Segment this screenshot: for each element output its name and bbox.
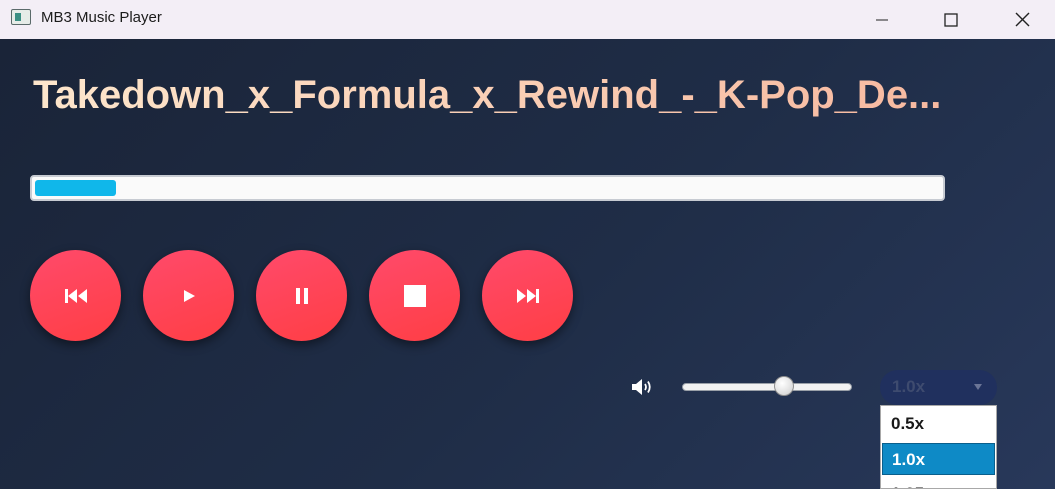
- window-title: MB3 Music Player: [41, 9, 162, 26]
- volume-slider[interactable]: [682, 376, 852, 396]
- title-bar: MB3 Music Player: [0, 0, 1055, 39]
- maximize-icon: [944, 12, 958, 27]
- speed-option[interactable]: 1.25x: [882, 478, 995, 488]
- skip-next-icon: [516, 288, 539, 303]
- pause-button[interactable]: [256, 250, 347, 341]
- speed-dropdown-list: 0.5x 1.0x 1.25x: [880, 405, 997, 489]
- stop-icon: [403, 284, 426, 307]
- next-button[interactable]: [482, 250, 573, 341]
- volume-slider-thumb[interactable]: [774, 376, 794, 396]
- progress-bar[interactable]: [30, 175, 945, 201]
- skip-previous-icon: [64, 288, 87, 303]
- app-icon: [11, 9, 31, 25]
- minimize-button[interactable]: [859, 0, 905, 39]
- volume-icon[interactable]: [631, 377, 655, 397]
- speed-option-selected[interactable]: 1.0x: [882, 443, 995, 475]
- previous-button[interactable]: [30, 250, 121, 341]
- speed-option[interactable]: 0.5x: [882, 408, 995, 440]
- play-button[interactable]: [143, 250, 234, 341]
- minimize-icon: [876, 19, 888, 20]
- player-panel: Takedown_x_Formula_x_Rewind_-_K-Pop_De..…: [0, 39, 1055, 489]
- speed-selected-value: 1.0x: [892, 377, 926, 396]
- maximize-button[interactable]: [928, 0, 974, 39]
- play-icon: [183, 289, 195, 302]
- close-button[interactable]: [999, 0, 1045, 39]
- close-icon: [1015, 12, 1029, 27]
- stop-button[interactable]: [369, 250, 460, 341]
- pause-icon: [295, 287, 308, 304]
- chevron-down-icon: [974, 384, 982, 390]
- volume-slider-track: [682, 383, 852, 391]
- speed-select[interactable]: 1.0x: [880, 370, 997, 405]
- song-title: Takedown_x_Formula_x_Rewind_-_K-Pop_De..…: [33, 73, 942, 117]
- progress-fill: [35, 180, 116, 196]
